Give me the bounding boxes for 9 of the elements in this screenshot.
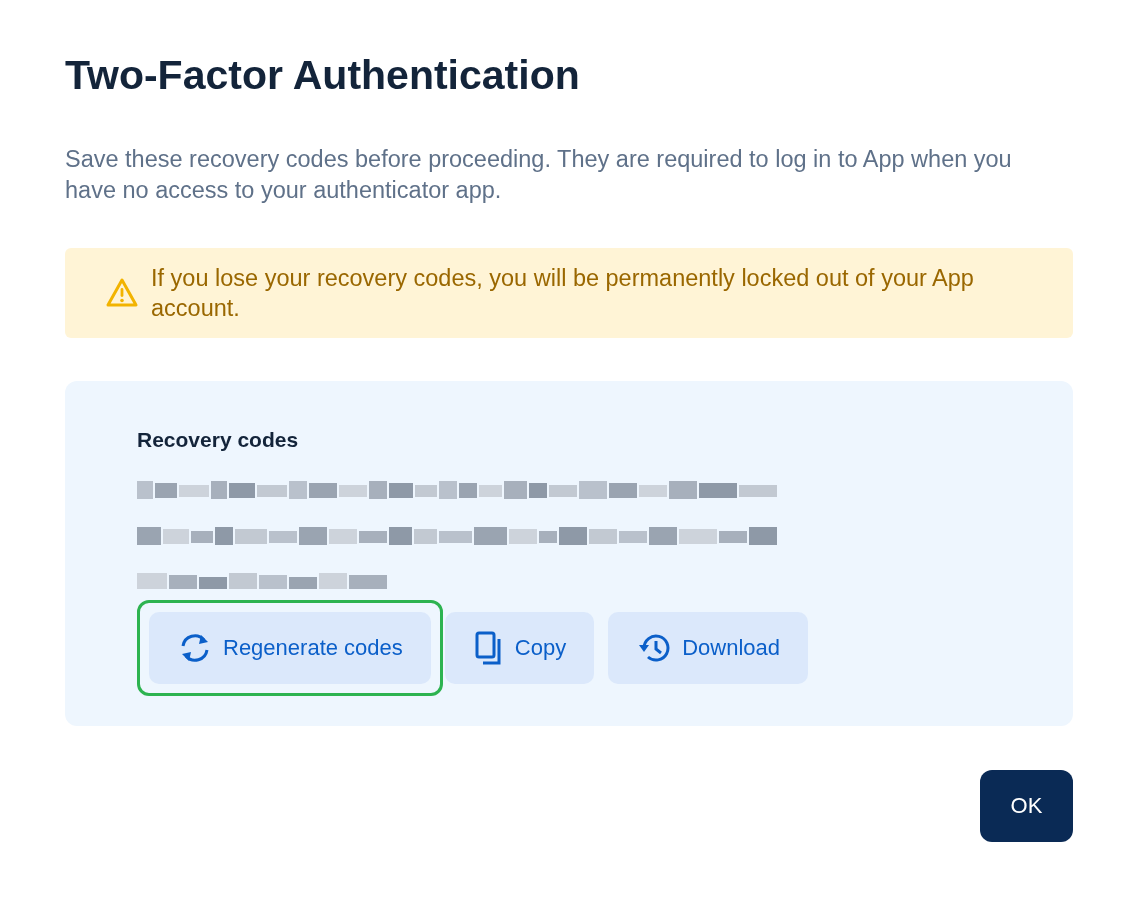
description-text: Save these recovery codes before proceeding. They are required to log in to App when you have no access to your authenticator app. bbox=[65, 145, 1013, 205]
warning-icon bbox=[105, 277, 139, 309]
action-button[interactable]: Download bbox=[608, 612, 808, 684]
action-button[interactable]: Copy bbox=[444, 612, 595, 684]
ok-button[interactable]: OK bbox=[980, 770, 1073, 842]
codes-heading: Recovery codes bbox=[137, 427, 300, 453]
dialog-title: Two-Factor Authentication bbox=[65, 51, 581, 100]
action-button[interactable]: Regenerate codes bbox=[149, 612, 431, 684]
warning-text: If you lose your recovery codes, you will be permanently locked out of your App account. bbox=[151, 264, 975, 323]
